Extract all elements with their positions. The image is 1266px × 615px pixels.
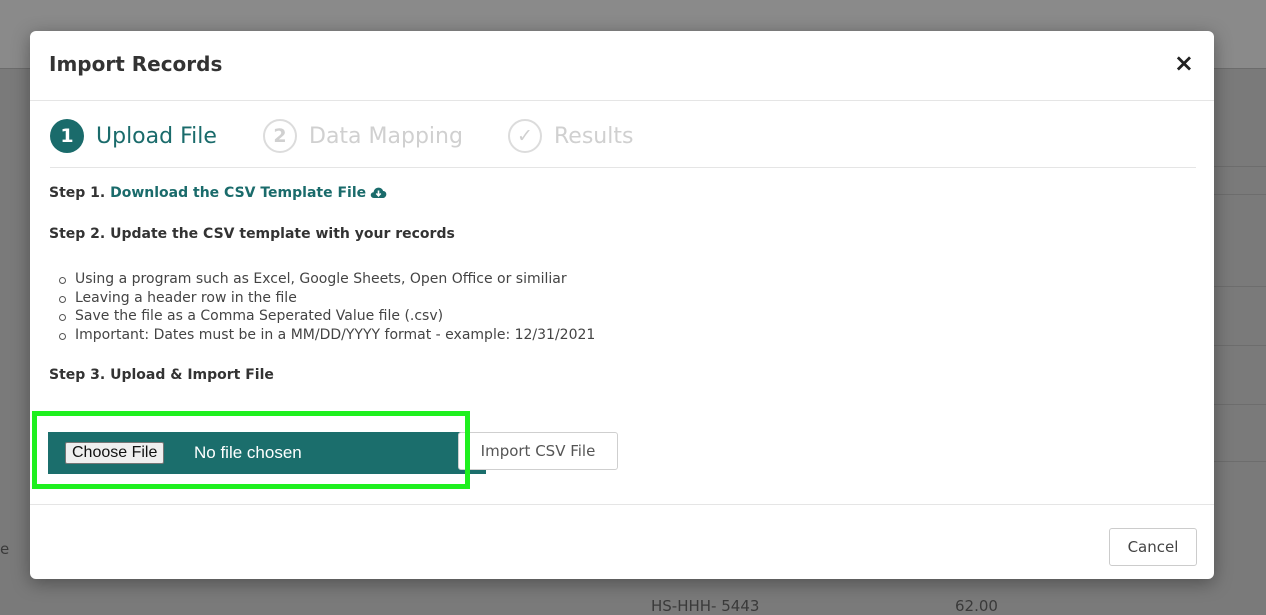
file-input[interactable]: Choose File No file chosen bbox=[48, 432, 486, 474]
import-csv-button[interactable]: Import CSV File bbox=[458, 432, 618, 470]
step-label: Upload File bbox=[96, 123, 217, 149]
list-item: Leaving a header row in the file bbox=[59, 289, 1189, 308]
background-divider bbox=[1214, 345, 1266, 346]
background-divider bbox=[1214, 166, 1266, 167]
step-label: Data Mapping bbox=[309, 123, 463, 149]
background-text: e bbox=[0, 540, 10, 558]
list-item: Important: Dates must be in a MM/DD/YYYY… bbox=[59, 326, 1189, 345]
modal-title: Import Records bbox=[49, 52, 223, 76]
import-records-modal: Import Records × 1 Upload File 2 Data Ma… bbox=[30, 31, 1214, 579]
cancel-button[interactable]: Cancel bbox=[1109, 528, 1197, 566]
step-upload-file: 1 Upload File bbox=[50, 119, 217, 153]
modal-footer: Cancel bbox=[30, 504, 1214, 579]
step2-line: Step 2. Update the CSV template with you… bbox=[49, 226, 455, 242]
background-table-cell: 62.00 bbox=[955, 597, 998, 615]
step-number-badge: 1 bbox=[50, 119, 84, 153]
background-table-cell: HS-HHH- 5443 bbox=[651, 597, 760, 615]
checkmark-icon: ✓ bbox=[508, 119, 542, 153]
cloud-download-icon[interactable] bbox=[370, 185, 387, 203]
instructions: Step 1. Download the CSV Template File S… bbox=[49, 185, 1189, 383]
background-divider bbox=[1214, 461, 1266, 462]
download-template-link[interactable]: Download the CSV Template File bbox=[110, 185, 387, 201]
step1-prefix: Step 1. bbox=[49, 185, 106, 201]
modal-header: Import Records × bbox=[30, 31, 1214, 101]
list-item: Save the file as a Comma Seperated Value… bbox=[59, 307, 1189, 326]
file-status-text: No file chosen bbox=[194, 443, 302, 462]
step-results: ✓ Results bbox=[508, 119, 633, 153]
background-divider bbox=[1214, 404, 1266, 405]
step1-line: Step 1. Download the CSV Template File bbox=[49, 185, 1189, 203]
step-number-badge: 2 bbox=[263, 119, 297, 153]
list-item: Using a program such as Excel, Google Sh… bbox=[59, 270, 1189, 289]
close-button[interactable]: × bbox=[1174, 49, 1194, 77]
download-template-link-text[interactable]: Download the CSV Template File bbox=[110, 185, 366, 201]
wizard-steps: 1 Upload File 2 Data Mapping ✓ Results bbox=[50, 119, 1196, 168]
choose-file-button[interactable]: Choose File bbox=[65, 442, 165, 464]
background-divider bbox=[1214, 194, 1266, 195]
step-data-mapping: 2 Data Mapping bbox=[263, 119, 463, 153]
background-divider bbox=[1214, 286, 1266, 287]
step3-line: Step 3. Upload & Import File bbox=[49, 367, 274, 383]
step-label: Results bbox=[554, 123, 634, 149]
instruction-list: Using a program such as Excel, Google Sh… bbox=[49, 270, 1189, 344]
